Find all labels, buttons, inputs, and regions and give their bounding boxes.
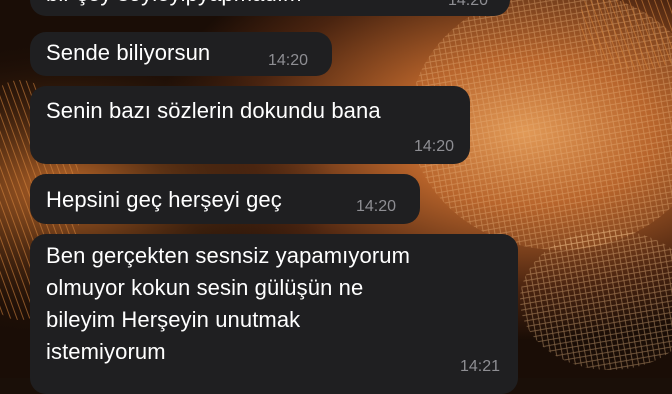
message-text: Sende biliyorsun [46, 40, 211, 65]
message-time: 14:20 [447, 0, 488, 9]
message-text: Ben gerçekten sesnsiz yapamıyorum olmuyo… [46, 243, 411, 364]
message-text: Hepsini geç herşeyi geç [46, 187, 282, 212]
message-time: 14:20 [413, 138, 454, 155]
message-bubble[interactable]: Senin bazı sözlerin dokundu bana 14:20 [30, 86, 470, 164]
message-bubble[interactable]: Hepsini geç herşeyi geç 14:20 [30, 174, 420, 224]
message-bubble[interactable]: bir şey söyleyipyapmadım 14:20 [30, 0, 510, 16]
message-bubble[interactable]: Ben gerçekten sesnsiz yapamıyorum olmuyo… [30, 234, 518, 394]
message-text: Senin bazı sözlerin dokundu bana [46, 98, 381, 123]
message-text: bir şey söyleyipyapmadım [46, 0, 302, 10]
message-time: 14:20 [356, 198, 397, 215]
message-time: 14:21 [459, 358, 500, 375]
chat-thread: bir şey söyleyipyapmadım 14:20 Sende bil… [0, 0, 672, 394]
message-bubble[interactable]: Sende biliyorsun 14:20 [30, 32, 332, 76]
message-time: 14:20 [268, 52, 309, 69]
